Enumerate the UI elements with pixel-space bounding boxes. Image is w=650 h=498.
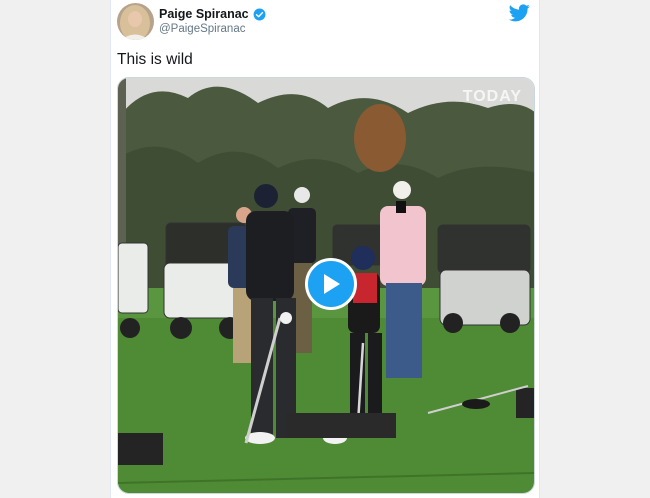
author-handle[interactable]: @PaigeSpiranac	[159, 23, 245, 35]
verified-badge-icon	[253, 8, 266, 20]
tweet-text: This is wild	[117, 51, 193, 68]
avatar-image	[117, 3, 154, 40]
author-name[interactable]: Paige Spiranac	[159, 7, 266, 21]
tweet-card: Paige Spiranac @PaigeSpiranac This is wi…	[110, 0, 540, 498]
twitter-bird-icon[interactable]	[509, 4, 530, 22]
author-name-text[interactable]: Paige Spiranac	[159, 7, 249, 21]
video-watermark: TODAY	[462, 88, 522, 105]
avatar[interactable]	[117, 3, 154, 40]
video-player[interactable]: TODAY	[117, 77, 535, 494]
play-button[interactable]	[305, 258, 357, 310]
play-icon	[324, 274, 340, 294]
